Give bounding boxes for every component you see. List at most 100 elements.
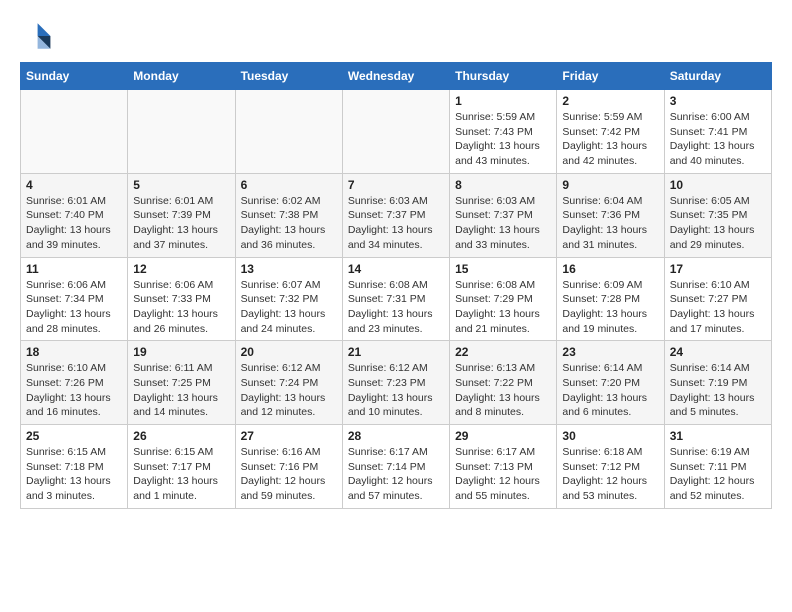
col-header-friday: Friday — [557, 63, 664, 90]
day-info: Sunrise: 6:14 AM Sunset: 7:19 PM Dayligh… — [670, 361, 766, 420]
day-cell — [128, 90, 235, 174]
logo — [20, 20, 56, 52]
day-info: Sunrise: 6:03 AM Sunset: 7:37 PM Dayligh… — [455, 194, 551, 253]
day-info: Sunrise: 6:12 AM Sunset: 7:24 PM Dayligh… — [241, 361, 337, 420]
day-info: Sunrise: 6:17 AM Sunset: 7:13 PM Dayligh… — [455, 445, 551, 504]
day-cell: 23 Sunrise: 6:14 AM Sunset: 7:20 PM Dayli… — [557, 341, 664, 425]
day-info: Sunrise: 6:13 AM Sunset: 7:22 PM Dayligh… — [455, 361, 551, 420]
week-row-2: 4 Sunrise: 6:01 AM Sunset: 7:40 PM Daylig… — [21, 173, 772, 257]
day-number: 1 — [455, 94, 551, 108]
day-info: Sunrise: 6:06 AM Sunset: 7:33 PM Dayligh… — [133, 278, 229, 337]
day-info: Sunrise: 6:01 AM Sunset: 7:40 PM Dayligh… — [26, 194, 122, 253]
day-cell: 15 Sunrise: 6:08 AM Sunset: 7:29 PM Dayli… — [450, 257, 557, 341]
day-info: Sunrise: 6:14 AM Sunset: 7:20 PM Dayligh… — [562, 361, 658, 420]
week-row-1: 1 Sunrise: 5:59 AM Sunset: 7:43 PM Daylig… — [21, 90, 772, 174]
day-cell: 9 Sunrise: 6:04 AM Sunset: 7:36 PM Daylig… — [557, 173, 664, 257]
day-cell: 17 Sunrise: 6:10 AM Sunset: 7:27 PM Dayli… — [664, 257, 771, 341]
day-cell: 3Sunrise: 6:00 AM Sunset: 7:41 PM Daylig… — [664, 90, 771, 174]
day-cell: 1 Sunrise: 5:59 AM Sunset: 7:43 PM Daylig… — [450, 90, 557, 174]
day-cell: 2 Sunrise: 5:59 AM Sunset: 7:42 PM Daylig… — [557, 90, 664, 174]
day-info: Sunrise: 6:03 AM Sunset: 7:37 PM Dayligh… — [348, 194, 444, 253]
day-number: 2 — [562, 94, 658, 108]
header-row: SundayMondayTuesdayWednesdayThursdayFrid… — [21, 63, 772, 90]
day-cell: 18 Sunrise: 6:10 AM Sunset: 7:26 PM Dayli… — [21, 341, 128, 425]
day-info: Sunrise: 6:08 AM Sunset: 7:31 PM Dayligh… — [348, 278, 444, 337]
week-row-5: 25Sunrise: 6:15 AM Sunset: 7:18 PM Dayli… — [21, 425, 772, 509]
day-info: Sunrise: 6:15 AM Sunset: 7:17 PM Dayligh… — [133, 445, 229, 504]
day-number: 22 — [455, 345, 551, 359]
day-cell: 27 Sunrise: 6:16 AM Sunset: 7:16 PM Dayli… — [235, 425, 342, 509]
day-number: 10 — [670, 178, 766, 192]
col-header-wednesday: Wednesday — [342, 63, 449, 90]
col-header-saturday: Saturday — [664, 63, 771, 90]
day-number: 17 — [670, 262, 766, 276]
day-cell — [342, 90, 449, 174]
day-cell: 20 Sunrise: 6:12 AM Sunset: 7:24 PM Dayli… — [235, 341, 342, 425]
day-number: 19 — [133, 345, 229, 359]
day-cell: 19Sunrise: 6:11 AM Sunset: 7:25 PM Dayli… — [128, 341, 235, 425]
day-number: 5 — [133, 178, 229, 192]
day-number: 27 — [241, 429, 337, 443]
day-cell: 7 Sunrise: 6:03 AM Sunset: 7:37 PM Daylig… — [342, 173, 449, 257]
page-header — [20, 20, 772, 52]
week-row-3: 11 Sunrise: 6:06 AM Sunset: 7:34 PM Dayli… — [21, 257, 772, 341]
calendar: SundayMondayTuesdayWednesdayThursdayFrid… — [20, 62, 772, 509]
day-cell — [235, 90, 342, 174]
day-cell: 5 Sunrise: 6:01 AM Sunset: 7:39 PM Daylig… — [128, 173, 235, 257]
day-number: 8 — [455, 178, 551, 192]
day-number: 14 — [348, 262, 444, 276]
day-number: 20 — [241, 345, 337, 359]
day-cell: 25Sunrise: 6:15 AM Sunset: 7:18 PM Dayli… — [21, 425, 128, 509]
col-header-sunday: Sunday — [21, 63, 128, 90]
col-header-monday: Monday — [128, 63, 235, 90]
day-info: Sunrise: 6:19 AM Sunset: 7:11 PM Dayligh… — [670, 445, 766, 504]
day-cell: 14 Sunrise: 6:08 AM Sunset: 7:31 PM Dayli… — [342, 257, 449, 341]
day-cell: 24 Sunrise: 6:14 AM Sunset: 7:19 PM Dayli… — [664, 341, 771, 425]
day-cell: 26 Sunrise: 6:15 AM Sunset: 7:17 PM Dayli… — [128, 425, 235, 509]
day-info: Sunrise: 6:06 AM Sunset: 7:34 PM Dayligh… — [26, 278, 122, 337]
day-number: 23 — [562, 345, 658, 359]
day-info: Sunrise: 6:05 AM Sunset: 7:35 PM Dayligh… — [670, 194, 766, 253]
day-cell: 11 Sunrise: 6:06 AM Sunset: 7:34 PM Dayli… — [21, 257, 128, 341]
day-number: 28 — [348, 429, 444, 443]
day-cell: 16Sunrise: 6:09 AM Sunset: 7:28 PM Dayli… — [557, 257, 664, 341]
day-info: Sunrise: 6:07 AM Sunset: 7:32 PM Dayligh… — [241, 278, 337, 337]
day-number: 30 — [562, 429, 658, 443]
logo-icon — [20, 20, 52, 52]
day-number: 15 — [455, 262, 551, 276]
day-number: 13 — [241, 262, 337, 276]
day-info: Sunrise: 6:15 AM Sunset: 7:18 PM Dayligh… — [26, 445, 122, 504]
day-cell — [21, 90, 128, 174]
day-info: Sunrise: 6:04 AM Sunset: 7:36 PM Dayligh… — [562, 194, 658, 253]
day-number: 21 — [348, 345, 444, 359]
day-cell: 30Sunrise: 6:18 AM Sunset: 7:12 PM Dayli… — [557, 425, 664, 509]
day-cell: 10 Sunrise: 6:05 AM Sunset: 7:35 PM Dayli… — [664, 173, 771, 257]
day-cell: 4 Sunrise: 6:01 AM Sunset: 7:40 PM Daylig… — [21, 173, 128, 257]
day-number: 18 — [26, 345, 122, 359]
col-header-tuesday: Tuesday — [235, 63, 342, 90]
day-number: 7 — [348, 178, 444, 192]
day-number: 4 — [26, 178, 122, 192]
day-info: Sunrise: 6:17 AM Sunset: 7:14 PM Dayligh… — [348, 445, 444, 504]
day-info: Sunrise: 6:01 AM Sunset: 7:39 PM Dayligh… — [133, 194, 229, 253]
day-info: Sunrise: 6:10 AM Sunset: 7:26 PM Dayligh… — [26, 361, 122, 420]
day-cell: 28 Sunrise: 6:17 AM Sunset: 7:14 PM Dayli… — [342, 425, 449, 509]
day-info: Sunrise: 5:59 AM Sunset: 7:43 PM Dayligh… — [455, 110, 551, 169]
day-cell: 29Sunrise: 6:17 AM Sunset: 7:13 PM Dayli… — [450, 425, 557, 509]
day-info: Sunrise: 6:02 AM Sunset: 7:38 PM Dayligh… — [241, 194, 337, 253]
day-number: 11 — [26, 262, 122, 276]
day-number: 24 — [670, 345, 766, 359]
day-cell: 6Sunrise: 6:02 AM Sunset: 7:38 PM Daylig… — [235, 173, 342, 257]
col-header-thursday: Thursday — [450, 63, 557, 90]
week-row-4: 18 Sunrise: 6:10 AM Sunset: 7:26 PM Dayli… — [21, 341, 772, 425]
day-number: 26 — [133, 429, 229, 443]
day-cell: 8 Sunrise: 6:03 AM Sunset: 7:37 PM Daylig… — [450, 173, 557, 257]
day-info: Sunrise: 6:08 AM Sunset: 7:29 PM Dayligh… — [455, 278, 551, 337]
day-number: 9 — [562, 178, 658, 192]
day-info: Sunrise: 6:12 AM Sunset: 7:23 PM Dayligh… — [348, 361, 444, 420]
day-number: 3 — [670, 94, 766, 108]
day-info: Sunrise: 5:59 AM Sunset: 7:42 PM Dayligh… — [562, 110, 658, 169]
day-cell: 22 Sunrise: 6:13 AM Sunset: 7:22 PM Dayli… — [450, 341, 557, 425]
day-info: Sunrise: 6:10 AM Sunset: 7:27 PM Dayligh… — [670, 278, 766, 337]
day-info: Sunrise: 6:16 AM Sunset: 7:16 PM Dayligh… — [241, 445, 337, 504]
